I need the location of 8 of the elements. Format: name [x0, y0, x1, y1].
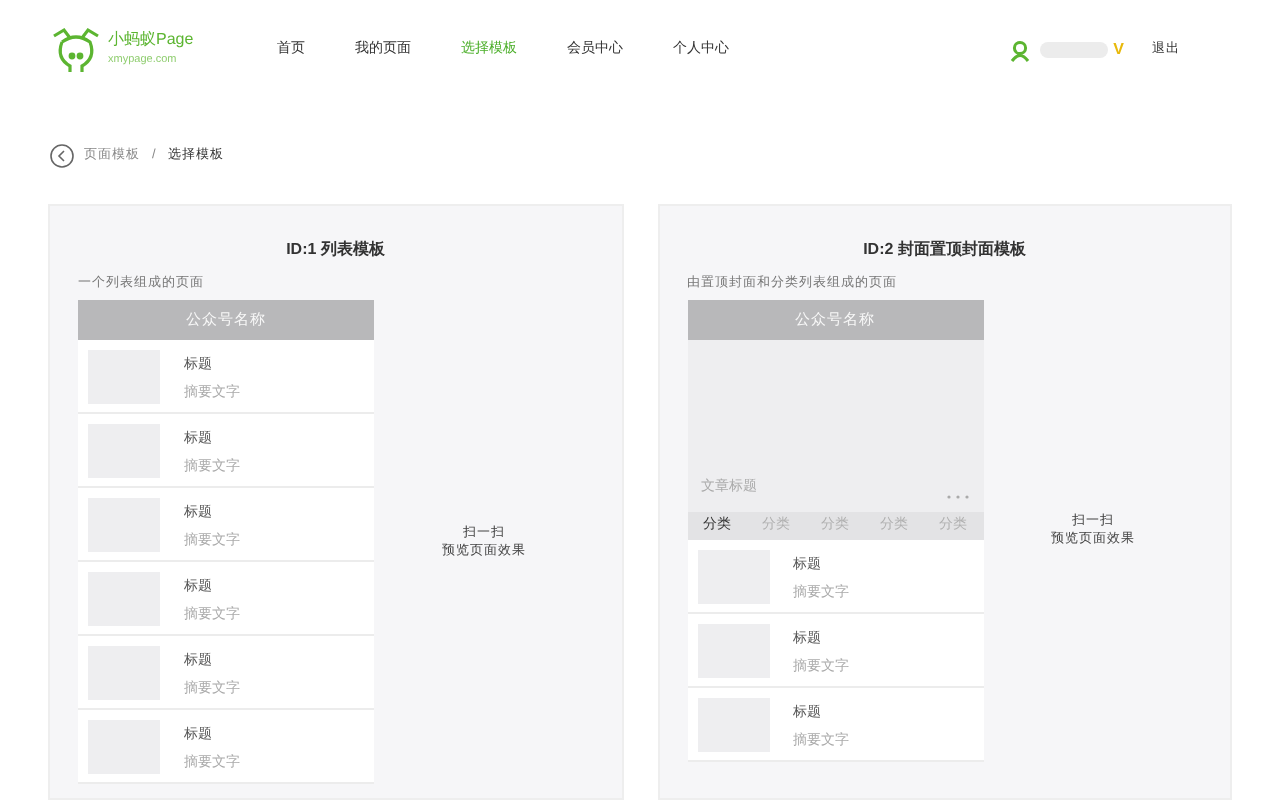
- more-icon: [945, 493, 969, 500]
- back-icon[interactable]: [50, 144, 74, 168]
- template-title: ID:1 列表模板: [284, 238, 387, 262]
- dog-logo-icon: [50, 26, 102, 74]
- vip-label: V: [1113, 38, 1124, 62]
- user-icon[interactable]: [1009, 39, 1030, 61]
- logo-name: 小蚂蚁Page: [108, 30, 194, 50]
- template-title: ID:2 封面置顶封面模板: [861, 238, 1028, 262]
